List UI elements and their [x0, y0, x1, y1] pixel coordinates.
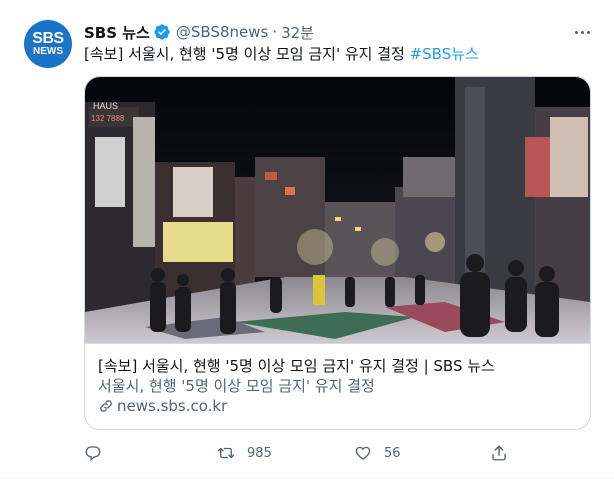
more-icon[interactable]: [572, 22, 592, 42]
retweet-icon: [217, 447, 235, 459]
photo-phone-text: 132 7888: [91, 114, 125, 123]
avatar-text-sbs: SBS: [32, 30, 64, 47]
tweet-body: [속보] 서울시, 현행 '5명 이상 모임 금지' 유지 결정: [84, 45, 410, 63]
like-button[interactable]: 56: [354, 441, 401, 465]
card-image[interactable]: HAUS 132 7888: [85, 77, 590, 343]
photo-sign-text: HAUS: [93, 101, 118, 111]
card-title: [속보] 서울시, 현행 '5명 이상 모임 금지' 유지 결정 | SBS 뉴…: [98, 357, 495, 375]
hashtag-link[interactable]: #SBS뉴스: [410, 45, 479, 63]
timestamp[interactable]: 32분: [281, 22, 314, 43]
retweet-count: 985: [247, 445, 272, 461]
share-button[interactable]: [490, 441, 508, 465]
link-icon: [100, 400, 112, 412]
card-domain-text: news.sbs.co.kr: [117, 397, 228, 415]
link-card[interactable]: HAUS 132 7888 [속보] 서울시, 현행 '5명 이상 모임 금지'…: [84, 76, 591, 430]
verified-badge-icon: [154, 24, 170, 40]
night-street-photo: HAUS 132 7888: [85, 77, 590, 343]
separator-dot: ·: [272, 23, 278, 41]
handle[interactable]: @SBS8news: [176, 23, 268, 41]
avatar-text-news: NEWS: [33, 46, 63, 57]
like-icon: [355, 446, 371, 460]
card-body[interactable]: [속보] 서울시, 현행 '5명 이상 모임 금지' 유지 결정 | SBS 뉴…: [85, 343, 590, 429]
tweet-header: SBS 뉴스 @SBS8news · 32분: [84, 21, 314, 43]
card-domain: news.sbs.co.kr: [98, 396, 577, 416]
tweet-text: [속보] 서울시, 현행 '5명 이상 모임 금지' 유지 결정 #SBS뉴스: [84, 43, 479, 65]
reply-button[interactable]: [84, 441, 114, 465]
reply-icon: [85, 446, 101, 461]
tweet[interactable]: SBS NEWS SBS 뉴스 @SBS8news · 32분 [속보] 서울시…: [0, 0, 614, 479]
action-bar: 985 56: [84, 441, 591, 465]
retweet-button[interactable]: 985: [217, 441, 272, 465]
display-name[interactable]: SBS 뉴스: [84, 22, 150, 43]
card-description: 서울시, 현행 '5명 이상 모임 금지' 유지 결정: [98, 377, 375, 395]
share-icon: [492, 445, 506, 461]
avatar[interactable]: SBS NEWS: [24, 20, 72, 68]
like-count: 56: [384, 445, 401, 461]
